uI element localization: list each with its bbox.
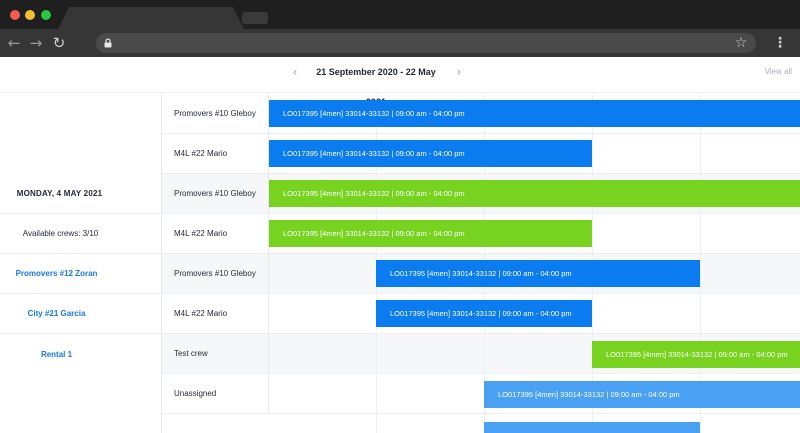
schedule-header: ‹ 21 September 2020 - 22 May 2021 › View… [0, 57, 800, 107]
crew-name: M4L #22 Mario [162, 294, 269, 333]
sidebar: MONDAY, 4 MAY 2021 Available crews: 3/10… [0, 94, 162, 433]
job-bar[interactable]: LO017395 [4men] 33014-33132 | 09:00 am -… [269, 220, 592, 247]
new-tab-button[interactable] [242, 12, 268, 24]
maximize-window-button[interactable] [41, 10, 51, 20]
reload-icon[interactable]: ↻ [49, 33, 69, 53]
sidebar-crew-link[interactable]: City #21 Garcia [0, 294, 161, 334]
job-bar-partial[interactable] [484, 422, 700, 433]
selected-date-label: MONDAY, 4 MAY 2021 [16, 189, 103, 198]
address-bar[interactable] [96, 33, 756, 53]
lock-icon [104, 38, 112, 48]
minimize-window-button[interactable] [25, 10, 35, 20]
view-all-link[interactable]: View all [752, 57, 792, 87]
available-crews-label: Available crews: 3/10 [22, 229, 99, 238]
forward-icon[interactable]: → [26, 33, 46, 53]
selected-date: MONDAY, 4 MAY 2021 [0, 174, 161, 214]
browser-toolbar: ← → ↻ ☆ ⋮ [0, 29, 800, 57]
job-bar[interactable]: LO017395 [4men] 33014-33132 | 09:00 am -… [592, 341, 800, 368]
crew-name: Promovers #10 Gleboy [162, 254, 269, 293]
job-bar[interactable]: LO017395 [4men] 33014-33132 | 09:00 am -… [269, 180, 800, 207]
crew-name: Promovers #10 Gleboy [162, 174, 269, 213]
date-range: 21 September 2020 - 22 May 2021 [316, 67, 436, 107]
star-icon[interactable]: ☆ [733, 33, 749, 53]
crew-name: Promovers #10 Gleboy [162, 94, 269, 133]
job-bar[interactable]: LO017395 [4men] 33014-33132 | 09:00 am -… [376, 300, 592, 327]
crew-name: Test crew [162, 334, 269, 373]
job-bar[interactable]: LO017395 [4men] 33014-33132 | 09:00 am -… [269, 140, 592, 167]
back-icon[interactable]: ← [4, 33, 24, 53]
browser-tab-bar [0, 0, 800, 29]
sidebar-crew-label[interactable]: Promovers #12 Zoran [16, 269, 98, 278]
sidebar-crew-link[interactable]: Promovers #12 Zoran [0, 254, 161, 294]
sidebar-crew-label[interactable]: Rental 1 [41, 350, 72, 359]
schedule-grid: Promovers #10 Gleboy M4L #22 Mario Promo… [162, 94, 800, 433]
chevron-left-icon[interactable]: ‹ [287, 57, 303, 87]
vertical-dots-icon[interactable]: ⋮ [772, 33, 788, 53]
crew-name: M4L #22 Mario [162, 214, 269, 253]
available-crews: Available crews: 3/10 [0, 214, 161, 254]
chevron-right-icon[interactable]: › [451, 57, 467, 87]
crew-name: Unassigned [162, 374, 269, 413]
job-bar[interactable]: LO017395 [4men] 33014-33132 | 09:00 am -… [269, 100, 800, 127]
close-window-button[interactable] [10, 10, 20, 20]
job-bar[interactable]: LO017395 [4men] 33014-33132 | 09:00 am -… [376, 260, 700, 287]
sidebar-crew-label[interactable]: City #21 Garcia [28, 309, 86, 318]
job-bar[interactable]: LO017395 [4men] 33014-33132 | 09:00 am -… [484, 381, 800, 408]
sidebar-crew-link[interactable]: Rental 1 [0, 334, 161, 374]
browser-tab-active[interactable] [58, 7, 244, 29]
crew-name: M4L #22 Mario [162, 134, 269, 173]
